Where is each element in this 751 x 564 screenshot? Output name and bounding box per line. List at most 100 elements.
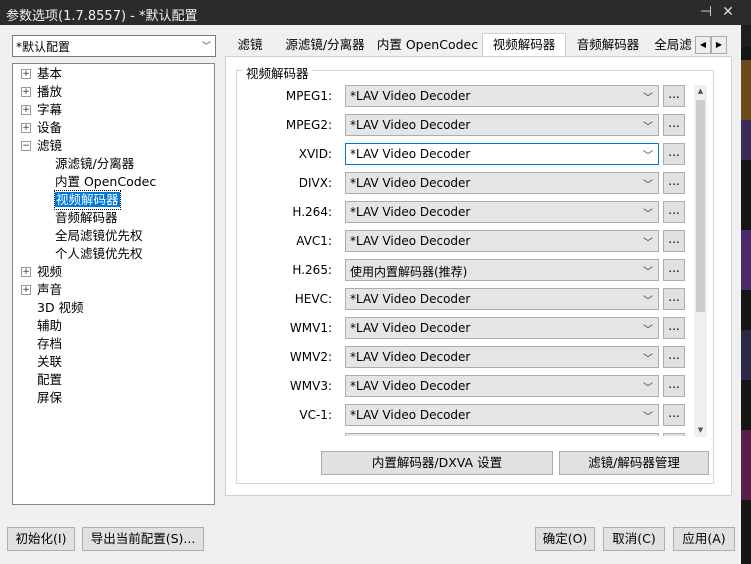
chevron-down-icon: ﹀ — [643, 122, 653, 133]
expand-icon[interactable]: + — [21, 285, 31, 295]
scroll-thumb[interactable] — [696, 100, 705, 312]
decoder-select[interactable]: *LAV Video Decoder ﹀ — [345, 114, 659, 136]
tab-4[interactable]: 音频解码器 — [564, 34, 652, 56]
decoder-label: XVID: — [298, 147, 332, 161]
settings-tree[interactable]: + 基本 + 播放 + 字幕 + 设备 − 滤镜 源滤镜/分离器 内置 OpenCodec 视频解码器音… — [12, 63, 215, 505]
tree-item[interactable]: 3D 视频 — [37, 299, 84, 317]
tree-item[interactable]: 内置 OpenCodec — [55, 173, 156, 191]
export-config-button[interactable]: 导出当前配置(S)... — [82, 527, 204, 551]
tab-scroll-right-icon[interactable]: ▶ — [711, 36, 727, 54]
tree-item-label: 个人滤镜优先权 — [55, 246, 143, 261]
decoder-label: MPEG2: — [285, 118, 332, 132]
tree-item-label: 视频 — [37, 264, 63, 279]
decoder-value: *LAV Video Decoder — [350, 379, 471, 393]
dxva-settings-button[interactable]: 内置解码器/DXVA 设置 — [321, 451, 553, 475]
tree-item[interactable]: + 基本 — [21, 65, 62, 83]
tree-item[interactable]: 音频解码器 — [55, 209, 118, 227]
tab-scroll-left-icon[interactable]: ◀ — [695, 36, 711, 54]
decoder-select[interactable]: *LAV Video Decoder ﹀ — [345, 346, 659, 368]
tree-item[interactable]: 全局滤镜优先权 — [55, 227, 143, 245]
decoder-select[interactable]: *LAV Video Decoder ﹀ — [345, 375, 659, 397]
decoder-config-button[interactable]: ... — [663, 288, 685, 310]
tab-3[interactable]: 视频解码器 — [482, 33, 566, 57]
scroll-up-icon[interactable]: ▲ — [694, 85, 707, 98]
tree-item[interactable]: 关联 — [37, 353, 62, 371]
expand-icon[interactable]: + — [21, 69, 31, 79]
chevron-down-icon: ﹀ — [201, 42, 211, 52]
decoder-row: DIVX: *LAV Video Decoder ﹀... — [246, 172, 694, 194]
decoder-label: WMV1: — [289, 321, 332, 335]
tree-item-label: 内置 OpenCodec — [55, 174, 157, 189]
decoder-config-button[interactable]: ... — [663, 201, 685, 223]
decoder-value: *LAV Video Decoder — [350, 205, 471, 219]
decoder-config-button[interactable]: ... — [663, 346, 685, 368]
tree-item[interactable]: + 播放 — [21, 83, 62, 101]
decoder-select[interactable]: ﹀ — [345, 433, 659, 436]
decoder-config-button[interactable]: ... — [663, 172, 685, 194]
chevron-down-icon: ﹀ — [643, 180, 653, 191]
init-button[interactable]: 初始化(I) — [7, 527, 75, 551]
decoder-row: VC-1: *LAV Video Decoder ﹀... — [246, 404, 694, 426]
background-app-edge — [741, 0, 751, 564]
tree-item[interactable]: + 视频 — [21, 263, 63, 281]
decoder-select[interactable]: *LAV Video Decoder ﹀ — [345, 288, 659, 310]
tree-item-label: 3D 视频 — [37, 300, 84, 315]
decoder-config-button[interactable]: ... — [663, 404, 685, 426]
decoder-config-button[interactable]: ... — [663, 230, 685, 252]
decoder-row: H.265: 使用内置解码器(推荐) ﹀... — [246, 259, 694, 281]
expand-icon[interactable]: + — [21, 123, 31, 133]
expand-icon[interactable]: + — [21, 267, 31, 277]
expand-icon[interactable]: + — [21, 87, 31, 97]
tree-item[interactable]: − 滤镜 — [21, 137, 62, 155]
decoder-config-button[interactable]: ... — [663, 85, 685, 107]
decoder-value: *LAV Video Decoder — [350, 176, 471, 190]
cancel-button[interactable]: 取消(C) — [603, 527, 665, 551]
decoder-scrollbar[interactable]: ▲ ▼ — [694, 85, 707, 437]
tree-item[interactable]: + 字幕 — [21, 101, 62, 119]
decoder-config-button[interactable]: ... — [663, 375, 685, 397]
collapse-icon[interactable]: − — [21, 141, 31, 151]
tree-item[interactable]: + 声音 — [21, 281, 62, 299]
tree-item[interactable]: 个人滤镜优先权 — [55, 245, 143, 263]
decoder-select[interactable]: *LAV Video Decoder ﹀ — [345, 85, 659, 107]
tree-item[interactable]: 存档 — [37, 335, 62, 353]
tab-5[interactable]: 全局滤 — [653, 34, 693, 56]
decoder-config-button[interactable]: ... — [663, 317, 685, 339]
tab-2[interactable]: 内置 OpenCodec — [375, 34, 480, 56]
window-title: 参数选项(1.7.8557) - *默认配置 — [6, 9, 198, 24]
decoder-row: HEVC: *LAV Video Decoder ﹀... — [246, 288, 694, 310]
filter-manage-button[interactable]: 滤镜/解码器管理 — [559, 451, 709, 475]
apply-button[interactable]: 应用(A) — [673, 527, 735, 551]
decoder-config-button[interactable]: ... — [663, 433, 685, 436]
tree-item[interactable]: 视频解码器 — [54, 190, 121, 210]
decoder-select[interactable]: *LAV Video Decoder ﹀ — [345, 172, 659, 194]
decoder-config-button[interactable]: ... — [663, 259, 685, 281]
decoder-select[interactable]: *LAV Video Decoder ﹀ — [345, 143, 659, 165]
decoder-label: WMV3: — [289, 379, 332, 393]
decoder-value: 使用内置解码器(推荐) — [350, 265, 468, 279]
tree-item[interactable]: 屏保 — [37, 389, 62, 407]
tree-item-label: 屏保 — [37, 390, 63, 405]
preset-select[interactable]: *默认配置 ﹀ — [12, 35, 216, 57]
expand-icon[interactable]: + — [21, 105, 31, 115]
decoder-select[interactable]: *LAV Video Decoder ﹀ — [345, 230, 659, 252]
decoder-config-button[interactable]: ... — [663, 114, 685, 136]
tree-item[interactable]: 源滤镜/分离器 — [55, 155, 134, 173]
decoder-select[interactable]: 使用内置解码器(推荐) ﹀ — [345, 259, 659, 281]
tree-item[interactable]: + 设备 — [21, 119, 62, 137]
decoder-select[interactable]: *LAV Video Decoder ﹀ — [345, 404, 659, 426]
tree-item[interactable]: 辅助 — [37, 317, 62, 335]
pin-icon[interactable]: ⊣ — [697, 3, 715, 21]
chevron-down-icon: ﹀ — [643, 93, 653, 104]
decoder-config-button[interactable]: ... — [663, 143, 685, 165]
scroll-down-icon[interactable]: ▼ — [694, 424, 707, 437]
tab-1[interactable]: 源滤镜/分离器 — [275, 34, 375, 56]
title-bar: 参数选项(1.7.8557) - *默认配置 ⊣ ✕ — [0, 0, 741, 25]
decoder-value: *LAV Video Decoder — [350, 350, 471, 364]
tree-item[interactable]: 配置 — [37, 371, 62, 389]
ok-button[interactable]: 确定(O) — [535, 527, 595, 551]
close-icon[interactable]: ✕ — [719, 3, 737, 21]
decoder-select[interactable]: *LAV Video Decoder ﹀ — [345, 317, 659, 339]
decoder-select[interactable]: *LAV Video Decoder ﹀ — [345, 201, 659, 223]
tab-0[interactable]: 滤镜 — [225, 34, 275, 56]
